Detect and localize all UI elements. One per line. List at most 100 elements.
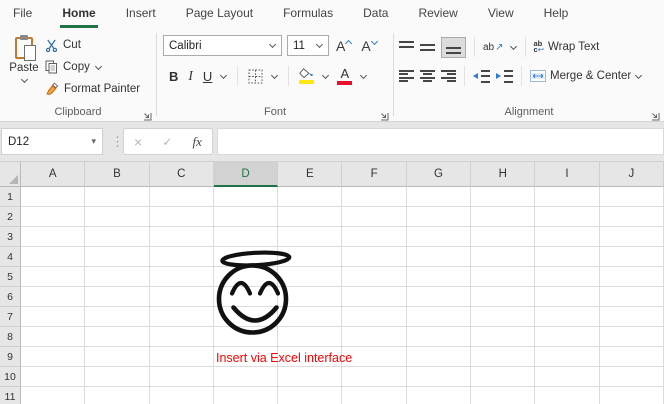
- font-size-chevron[interactable]: [316, 42, 323, 49]
- cell-C5[interactable]: [150, 267, 214, 287]
- cell-H5[interactable]: [471, 267, 535, 287]
- cell-I9[interactable]: [535, 347, 599, 367]
- cell-G8[interactable]: [407, 327, 471, 347]
- cell-B7[interactable]: [85, 307, 149, 327]
- cell-J6[interactable]: [600, 287, 664, 307]
- font-dialog-launcher[interactable]: [379, 108, 389, 118]
- paste-dropdown-chevron[interactable]: [21, 77, 28, 84]
- cell-E10[interactable]: [278, 367, 342, 387]
- cell-G5[interactable]: [407, 267, 471, 287]
- cell-F8[interactable]: [342, 327, 406, 347]
- bottom-align-button-selected[interactable]: [441, 37, 466, 58]
- formula-input[interactable]: [217, 128, 664, 155]
- column-header-C[interactable]: C: [150, 162, 214, 187]
- cell-G1[interactable]: [407, 187, 471, 207]
- decrease-indent-button[interactable]: [473, 70, 490, 83]
- cell-H8[interactable]: [471, 327, 535, 347]
- cell-B1[interactable]: [85, 187, 149, 207]
- top-align-button[interactable]: [399, 41, 414, 54]
- merge-center-button[interactable]: Merge & Center: [530, 70, 642, 82]
- cell-annotation-text[interactable]: Insert via Excel interface: [216, 350, 352, 366]
- column-header-F[interactable]: F: [342, 162, 406, 187]
- column-header-E[interactable]: E: [278, 162, 342, 187]
- cell-I2[interactable]: [535, 207, 599, 227]
- cell-G11[interactable]: [407, 387, 471, 404]
- cell-I5[interactable]: [535, 267, 599, 287]
- cell-C6[interactable]: [150, 287, 214, 307]
- fill-color-chevron[interactable]: [322, 73, 329, 80]
- cell-E3[interactable]: [278, 227, 342, 247]
- cell-G10[interactable]: [407, 367, 471, 387]
- cell-G2[interactable]: [407, 207, 471, 227]
- cell-I10[interactable]: [535, 367, 599, 387]
- row-header-1[interactable]: 1: [0, 187, 21, 207]
- cell-D11[interactable]: [214, 387, 278, 404]
- tab-file[interactable]: File: [11, 1, 34, 28]
- paste-button[interactable]: Paste: [4, 32, 44, 104]
- cell-G9[interactable]: [407, 347, 471, 367]
- cell-J3[interactable]: [600, 227, 664, 247]
- tab-page-layout[interactable]: Page Layout: [184, 1, 255, 28]
- cell-A9[interactable]: [21, 347, 85, 367]
- cell-H10[interactable]: [471, 367, 535, 387]
- orientation-chevron[interactable]: [510, 44, 517, 51]
- cell-H9[interactable]: [471, 347, 535, 367]
- cell-A5[interactable]: [21, 267, 85, 287]
- copy-dropdown-chevron[interactable]: [95, 64, 102, 71]
- cell-J4[interactable]: [600, 247, 664, 267]
- cell-A8[interactable]: [21, 327, 85, 347]
- row-header-7[interactable]: 7: [0, 307, 21, 327]
- tab-help[interactable]: Help: [542, 1, 571, 28]
- row-header-9[interactable]: 9: [0, 347, 21, 367]
- cell-D2[interactable]: [214, 207, 278, 227]
- font-name-select[interactable]: Calibri: [163, 35, 282, 56]
- borders-dropdown-chevron[interactable]: [271, 73, 278, 80]
- underline-button[interactable]: U: [203, 69, 212, 84]
- row-header-3[interactable]: 3: [0, 227, 21, 247]
- font-color-button[interactable]: A: [337, 68, 352, 85]
- cell-C10[interactable]: [150, 367, 214, 387]
- column-header-G[interactable]: G: [407, 162, 471, 187]
- cell-B5[interactable]: [85, 267, 149, 287]
- row-header-4[interactable]: 4: [0, 247, 21, 267]
- cell-I1[interactable]: [535, 187, 599, 207]
- copy-button[interactable]: Copy: [45, 56, 140, 78]
- cell-A7[interactable]: [21, 307, 85, 327]
- row-header-11[interactable]: 11: [0, 387, 21, 404]
- cell-F5[interactable]: [342, 267, 406, 287]
- cell-C7[interactable]: [150, 307, 214, 327]
- cell-I3[interactable]: [535, 227, 599, 247]
- cell-F2[interactable]: [342, 207, 406, 227]
- cell-F10[interactable]: [342, 367, 406, 387]
- cell-G4[interactable]: [407, 247, 471, 267]
- cell-B10[interactable]: [85, 367, 149, 387]
- merge-center-chevron[interactable]: [635, 73, 642, 80]
- column-header-A[interactable]: A: [21, 162, 85, 187]
- column-header-B[interactable]: B: [85, 162, 149, 187]
- alignment-dialog-launcher[interactable]: [650, 108, 660, 118]
- enter-button[interactable]: ✓: [162, 135, 172, 149]
- increase-indent-button[interactable]: [496, 70, 513, 83]
- tab-review[interactable]: Review: [416, 1, 459, 28]
- cell-J9[interactable]: [600, 347, 664, 367]
- cell-J10[interactable]: [600, 367, 664, 387]
- cut-button[interactable]: Cut: [45, 34, 140, 56]
- italic-button[interactable]: I: [186, 68, 195, 84]
- cell-G3[interactable]: [407, 227, 471, 247]
- column-header-H[interactable]: H: [471, 162, 535, 187]
- cell-J2[interactable]: [600, 207, 664, 227]
- cell-D3[interactable]: [214, 227, 278, 247]
- cell-E2[interactable]: [278, 207, 342, 227]
- cell-H7[interactable]: [471, 307, 535, 327]
- align-center-button[interactable]: [420, 70, 435, 83]
- borders-button[interactable]: [248, 69, 263, 84]
- cell-F3[interactable]: [342, 227, 406, 247]
- cell-D1[interactable]: [214, 187, 278, 207]
- tab-formulas[interactable]: Formulas: [281, 1, 335, 28]
- cell-H2[interactable]: [471, 207, 535, 227]
- select-all-corner[interactable]: [0, 162, 21, 187]
- align-right-button[interactable]: [441, 70, 456, 83]
- cell-B4[interactable]: [85, 247, 149, 267]
- column-header-I[interactable]: I: [535, 162, 599, 187]
- row-header-2[interactable]: 2: [0, 207, 21, 227]
